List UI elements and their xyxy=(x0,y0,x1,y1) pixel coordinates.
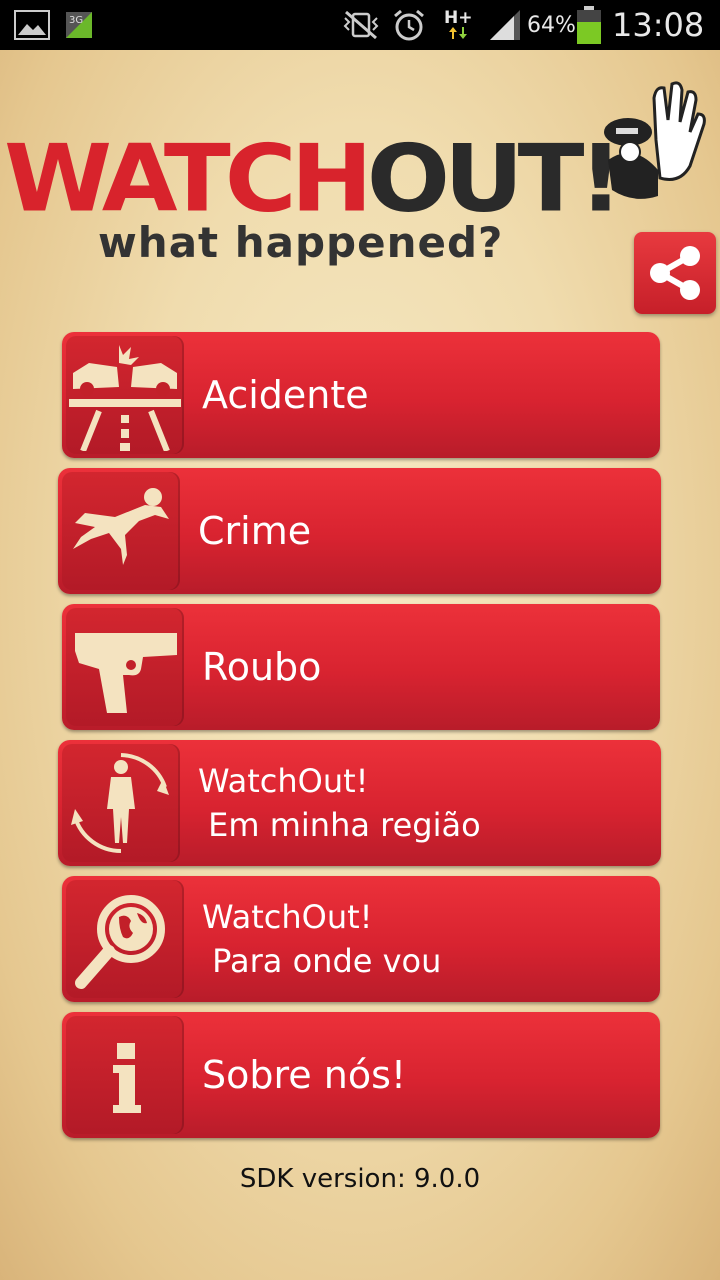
acidente-label: Acidente xyxy=(202,373,369,417)
pistol-icon xyxy=(66,608,184,726)
roubo-label: Roubo xyxy=(202,645,322,689)
roubo-button[interactable]: Roubo xyxy=(62,604,660,730)
para-onde-vou-button[interactable]: WatchOut! Para onde vou xyxy=(62,876,660,1002)
policeman-mascot-icon xyxy=(594,80,714,210)
network-3g-icon: 3G xyxy=(66,0,92,50)
sobre-nos-button[interactable]: Sobre nós! xyxy=(62,1012,660,1138)
sobre-nos-label: Sobre nós! xyxy=(202,1053,407,1097)
globe-search-icon xyxy=(66,880,184,998)
vibrate-mute-icon xyxy=(342,0,380,50)
logo-title-red: WATCH xyxy=(4,124,373,234)
share-button[interactable] xyxy=(634,232,716,314)
alarm-icon xyxy=(392,0,426,50)
logo-subtitle: what happened? xyxy=(98,218,504,267)
person-region-icon xyxy=(62,744,180,862)
para-onde-vou-label: WatchOut! Para onde vou xyxy=(202,898,442,980)
data-arrows-icon xyxy=(449,27,468,39)
logo-title: WATCHOUT! xyxy=(4,132,623,225)
sdk-version-label: SDK version: 9.0.0 xyxy=(239,1164,481,1194)
minha-regiao-button[interactable]: WatchOut! Em minha região xyxy=(58,740,661,866)
victim-icon xyxy=(62,472,180,590)
network-type-indicator: H+ xyxy=(444,0,472,50)
battery-percent: 64% xyxy=(527,12,576,38)
crime-label: Crime xyxy=(198,509,312,553)
network-type-label: H+ xyxy=(444,8,473,28)
network-badge-text: 3G xyxy=(69,15,83,26)
signal-icon xyxy=(488,0,522,50)
car-crash-icon xyxy=(66,336,184,454)
acidente-button[interactable]: Acidente xyxy=(62,332,660,458)
app-logo: WATCHOUT! what happened? xyxy=(0,90,623,280)
crime-button[interactable]: Crime xyxy=(58,468,661,594)
status-bar: 3G H+ 64% 13:08 xyxy=(0,0,720,50)
battery-icon xyxy=(576,0,602,50)
clock: 13:08 xyxy=(612,6,705,44)
minha-regiao-label: WatchOut! Em minha região xyxy=(198,762,481,844)
gallery-icon xyxy=(14,0,50,50)
share-icon xyxy=(650,246,700,300)
info-icon xyxy=(66,1016,184,1134)
logo-title-black: OUT! xyxy=(366,124,623,234)
